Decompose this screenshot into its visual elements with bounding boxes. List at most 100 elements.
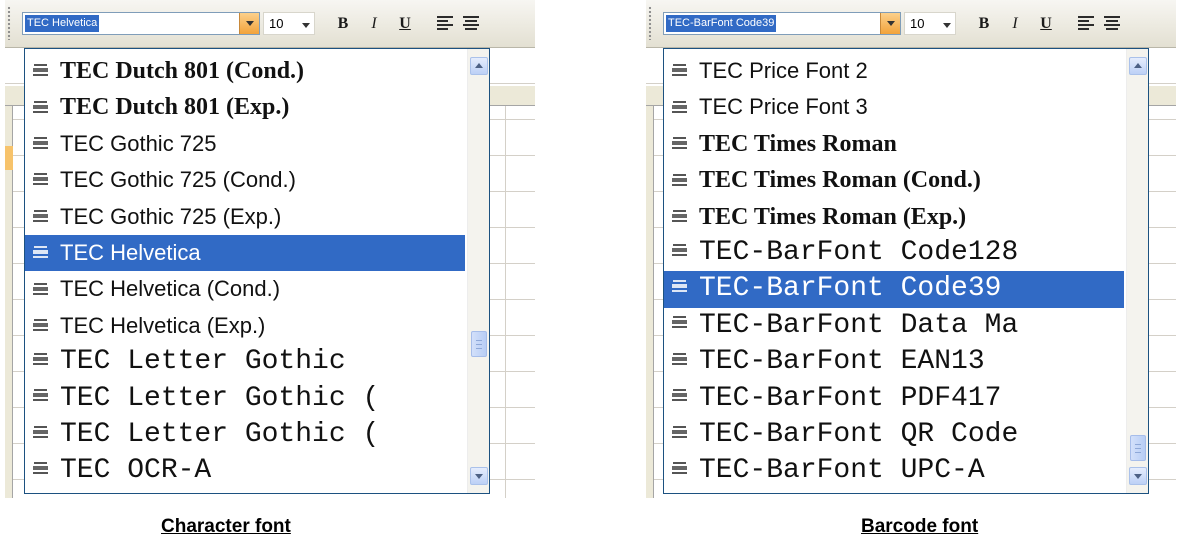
- printer-font-icon: [33, 352, 48, 366]
- printer-font-icon: [33, 63, 48, 77]
- bold-button[interactable]: B: [331, 13, 355, 35]
- font-list-item[interactable]: TEC Helvetica: [25, 234, 465, 272]
- font-list-item[interactable]: TEC Gothic 725 (Exp.): [25, 199, 465, 235]
- chevron-down-icon: [246, 21, 254, 26]
- font-list-item-label: TEC-BarFont PDF417: [699, 382, 1002, 414]
- printer-font-icon: [672, 279, 687, 293]
- font-list-item-label: TEC-BarFont Data Ma: [699, 309, 1019, 341]
- font-size-combo[interactable]: 10: [263, 12, 315, 35]
- font-list-item[interactable]: TEC-BarFont Data Ma: [664, 308, 1124, 344]
- font-list-item-label: TEC Times Roman (Exp.): [699, 203, 967, 230]
- font-list-item-label: TEC Helvetica: [60, 239, 201, 265]
- chevron-up-icon: [475, 63, 483, 68]
- font-list-item[interactable]: TEC Times Roman (Exp.): [664, 199, 1124, 235]
- scroll-down-button[interactable]: [470, 467, 488, 485]
- font-list-item[interactable]: TEC Gothic 725 (Cond.): [25, 162, 465, 198]
- scroll-up-button[interactable]: [470, 57, 488, 75]
- font-list-item[interactable]: TEC Helvetica (Cond.): [25, 271, 465, 307]
- font-list-item[interactable]: TEC-BarFont Code128: [664, 235, 1124, 271]
- font-list-item[interactable]: TEC Gothic 725: [25, 126, 465, 162]
- scroll-up-button[interactable]: [1129, 57, 1147, 75]
- underline-button[interactable]: U: [393, 13, 417, 35]
- chevron-down-icon: [475, 474, 483, 479]
- font-list-item[interactable]: TEC Helvetica (Exp.): [25, 308, 465, 344]
- font-list-item-label: TEC Gothic 725 (Cond.): [60, 167, 296, 193]
- bold-button[interactable]: B: [972, 13, 996, 35]
- font-name-combo[interactable]: TEC Helvetica: [22, 12, 260, 35]
- printer-font-icon: [672, 209, 687, 223]
- font-list-item[interactable]: TEC-BarFont Code39: [664, 271, 1124, 308]
- font-list-item-label: TEC Helvetica (Cond.): [60, 276, 281, 302]
- printer-font-icon: [33, 282, 48, 296]
- font-dropdown-list[interactable]: TEC Dutch 801 (Cond.) TEC Dutch 801 (Exp.…: [24, 48, 490, 494]
- font-list-item[interactable]: TEC-BarFont EAN13: [664, 344, 1124, 380]
- font-size-combo[interactable]: 10: [904, 12, 956, 35]
- font-list-item[interactable]: TEC Price Font 2: [664, 53, 1124, 89]
- formatting-toolbar: TEC-BarFont Code39 10 B I U: [646, 0, 1176, 48]
- font-list-item[interactable]: TEC Letter Gothic (: [25, 417, 465, 453]
- formatting-toolbar: TEC Helvetica 10 B I U: [5, 0, 535, 48]
- align-center-icon[interactable]: [1104, 16, 1120, 30]
- printer-font-icon: [33, 461, 48, 475]
- barcode-font-panel: TEC-BarFont Code39 10 B I U TEC Price Fo…: [646, 0, 1176, 498]
- font-list-item-label: TEC Gothic 725 (Exp.): [60, 203, 282, 229]
- printer-font-icon: [33, 100, 48, 114]
- vertical-scrollbar[interactable]: [467, 49, 489, 493]
- font-list-item-label: TEC Letter Gothic: [60, 346, 346, 378]
- font-list-item-label: TEC Price Font 2: [699, 58, 868, 83]
- chevron-up-icon: [1134, 63, 1142, 68]
- align-left-icon[interactable]: [1078, 16, 1094, 30]
- font-list-item[interactable]: TEC Price Font 3: [664, 89, 1124, 125]
- printer-font-icon: [33, 209, 48, 223]
- align-left-icon[interactable]: [437, 16, 453, 30]
- italic-button[interactable]: I: [1003, 13, 1027, 35]
- font-list-item[interactable]: TEC Times Roman (Cond.): [664, 162, 1124, 198]
- font-dropdown-button[interactable]: [880, 13, 900, 34]
- font-list-item[interactable]: TEC Letter Gothic (: [25, 381, 465, 417]
- font-name-value[interactable]: TEC Helvetica: [25, 15, 100, 32]
- printer-font-icon: [33, 388, 48, 402]
- toolbar-grip[interactable]: [7, 6, 11, 40]
- font-size-value: 10: [910, 16, 925, 31]
- printer-font-icon: [672, 100, 687, 114]
- scroll-thumb[interactable]: [1130, 435, 1146, 461]
- printer-font-icon: [672, 388, 687, 402]
- font-list-item[interactable]: TEC Dutch 801 (Exp.): [25, 89, 465, 125]
- font-list-item-label: TEC Letter Gothic (: [60, 418, 380, 450]
- font-list-item[interactable]: TEC Letter Gothic: [25, 344, 465, 380]
- font-dropdown-list[interactable]: TEC Price Font 2 TEC Price Font 3 TEC Time…: [663, 48, 1149, 494]
- font-list: TEC Price Font 2 TEC Price Font 3 TEC Time…: [664, 53, 1124, 490]
- font-list-item[interactable]: TEC-BarFont QR Code: [664, 417, 1124, 453]
- toolbar-grip[interactable]: [648, 6, 652, 40]
- font-list-item-label: TEC-BarFont UPC-A: [699, 455, 985, 487]
- font-list: TEC Dutch 801 (Cond.) TEC Dutch 801 (Exp.…: [25, 53, 465, 490]
- font-list-item-label: TEC Helvetica (Exp.): [60, 312, 266, 338]
- align-center-icon[interactable]: [463, 16, 479, 30]
- chevron-down-icon[interactable]: [943, 23, 951, 28]
- printer-font-icon: [672, 352, 687, 366]
- printer-font-icon: [672, 173, 687, 187]
- vertical-scrollbar[interactable]: [1126, 49, 1148, 493]
- font-list-item-label: TEC-BarFont EAN13: [699, 346, 985, 378]
- font-list-item-label: TEC Dutch 801 (Exp.): [60, 94, 290, 121]
- font-list-item[interactable]: TEC-BarFont UPC-A: [664, 453, 1124, 489]
- font-list-item-label: TEC Times Roman: [699, 130, 897, 157]
- italic-button[interactable]: I: [362, 13, 386, 35]
- font-name-combo[interactable]: TEC-BarFont Code39: [663, 12, 901, 35]
- scroll-down-button[interactable]: [1129, 467, 1147, 485]
- font-list-item[interactable]: TEC-BarFont PDF417: [664, 381, 1124, 417]
- scroll-thumb[interactable]: [471, 331, 487, 357]
- chevron-down-icon[interactable]: [302, 23, 310, 28]
- font-list-item[interactable]: TEC OCR-A: [25, 453, 465, 489]
- chevron-down-icon: [1134, 474, 1142, 479]
- printer-font-icon: [672, 243, 687, 257]
- printer-font-icon: [33, 245, 48, 259]
- printer-font-icon: [672, 461, 687, 475]
- font-list-item[interactable]: TEC Dutch 801 (Cond.): [25, 53, 465, 89]
- underline-button[interactable]: U: [1034, 13, 1058, 35]
- font-list-item-label: TEC Times Roman (Cond.): [699, 167, 981, 194]
- font-list-item[interactable]: TEC Times Roman: [664, 126, 1124, 162]
- font-list-item-label: TEC Dutch 801 (Cond.): [60, 58, 305, 84]
- font-dropdown-button[interactable]: [239, 13, 259, 34]
- font-name-value[interactable]: TEC-BarFont Code39: [666, 15, 777, 32]
